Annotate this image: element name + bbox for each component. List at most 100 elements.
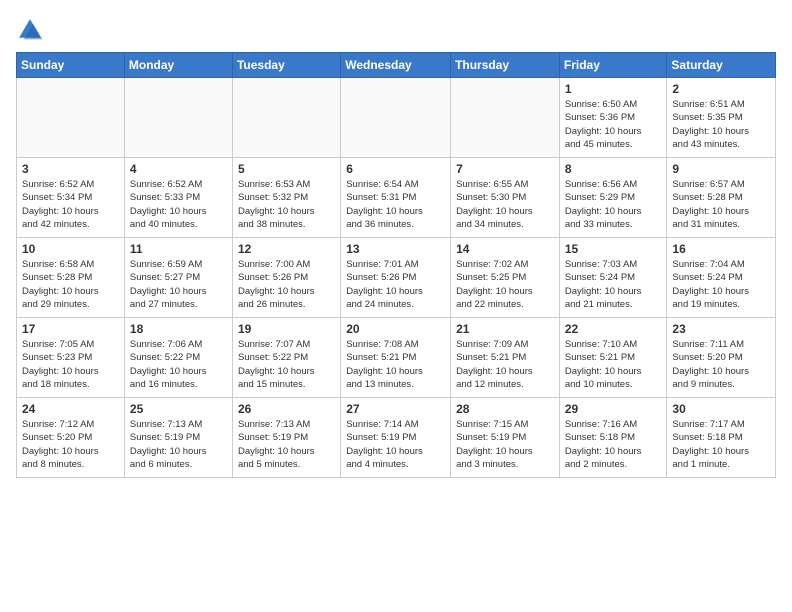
day-info: Sunrise: 7:02 AM Sunset: 5:25 PM Dayligh…	[456, 258, 554, 311]
calendar-cell: 16 Sunrise: 7:04 AM Sunset: 5:24 PM Dayli…	[667, 238, 776, 318]
calendar-cell: 17 Sunrise: 7:05 AM Sunset: 5:23 PM Dayli…	[17, 318, 125, 398]
day-info: Sunrise: 7:01 AM Sunset: 5:26 PM Dayligh…	[346, 258, 445, 311]
day-info: Sunrise: 6:50 AM Sunset: 5:36 PM Dayligh…	[565, 98, 662, 151]
weekday-header: Wednesday	[341, 53, 451, 78]
day-info: Sunrise: 7:06 AM Sunset: 5:22 PM Dayligh…	[130, 338, 227, 391]
day-number: 10	[22, 242, 119, 256]
calendar-cell: 1 Sunrise: 6:50 AM Sunset: 5:36 PM Daylig…	[559, 78, 667, 158]
day-info: Sunrise: 6:53 AM Sunset: 5:32 PM Dayligh…	[238, 178, 335, 231]
day-number: 6	[346, 162, 445, 176]
day-number: 22	[565, 322, 662, 336]
day-info: Sunrise: 7:15 AM Sunset: 5:19 PM Dayligh…	[456, 418, 554, 471]
calendar-cell	[341, 78, 451, 158]
calendar-week-row: 24 Sunrise: 7:12 AM Sunset: 5:20 PM Dayli…	[17, 398, 776, 478]
calendar-cell: 11 Sunrise: 6:59 AM Sunset: 5:27 PM Dayli…	[124, 238, 232, 318]
calendar-cell	[124, 78, 232, 158]
calendar-cell: 18 Sunrise: 7:06 AM Sunset: 5:22 PM Dayli…	[124, 318, 232, 398]
day-number: 1	[565, 82, 662, 96]
calendar-cell: 13 Sunrise: 7:01 AM Sunset: 5:26 PM Dayli…	[341, 238, 451, 318]
day-info: Sunrise: 7:13 AM Sunset: 5:19 PM Dayligh…	[130, 418, 227, 471]
day-info: Sunrise: 6:56 AM Sunset: 5:29 PM Dayligh…	[565, 178, 662, 231]
day-number: 3	[22, 162, 119, 176]
day-number: 13	[346, 242, 445, 256]
day-info: Sunrise: 7:05 AM Sunset: 5:23 PM Dayligh…	[22, 338, 119, 391]
calendar-week-row: 1 Sunrise: 6:50 AM Sunset: 5:36 PM Daylig…	[17, 78, 776, 158]
logo	[16, 16, 48, 44]
calendar-cell: 5 Sunrise: 6:53 AM Sunset: 5:32 PM Daylig…	[232, 158, 340, 238]
calendar-cell: 28Sunrise: 7:15 AM Sunset: 5:19 PM Dayli…	[451, 398, 560, 478]
calendar-cell: 21 Sunrise: 7:09 AM Sunset: 5:21 PM Dayli…	[451, 318, 560, 398]
day-info: Sunrise: 6:54 AM Sunset: 5:31 PM Dayligh…	[346, 178, 445, 231]
weekday-header: Sunday	[17, 53, 125, 78]
day-info: Sunrise: 7:07 AM Sunset: 5:22 PM Dayligh…	[238, 338, 335, 391]
calendar-cell: 30 Sunrise: 7:17 AM Sunset: 5:18 PM Dayli…	[667, 398, 776, 478]
page-header	[16, 16, 776, 44]
day-info: Sunrise: 7:17 AM Sunset: 5:18 PM Dayligh…	[672, 418, 770, 471]
calendar-cell: 14 Sunrise: 7:02 AM Sunset: 5:25 PM Dayli…	[451, 238, 560, 318]
calendar-cell: 4 Sunrise: 6:52 AM Sunset: 5:33 PM Daylig…	[124, 158, 232, 238]
day-number: 17	[22, 322, 119, 336]
day-info: Sunrise: 6:52 AM Sunset: 5:33 PM Dayligh…	[130, 178, 227, 231]
day-number: 27	[346, 402, 445, 416]
day-number: 30	[672, 402, 770, 416]
calendar-cell: 8 Sunrise: 6:56 AM Sunset: 5:29 PM Daylig…	[559, 158, 667, 238]
calendar-cell: 25 Sunrise: 7:13 AM Sunset: 5:19 PM Dayli…	[124, 398, 232, 478]
calendar-cell: 2 Sunrise: 6:51 AM Sunset: 5:35 PM Daylig…	[667, 78, 776, 158]
calendar-cell: 24 Sunrise: 7:12 AM Sunset: 5:20 PM Dayli…	[17, 398, 125, 478]
day-info: Sunrise: 7:04 AM Sunset: 5:24 PM Dayligh…	[672, 258, 770, 311]
day-info: Sunrise: 7:08 AM Sunset: 5:21 PM Dayligh…	[346, 338, 445, 391]
calendar-cell: 10 Sunrise: 6:58 AM Sunset: 5:28 PM Dayli…	[17, 238, 125, 318]
day-number: 14	[456, 242, 554, 256]
day-number: 9	[672, 162, 770, 176]
calendar-cell	[451, 78, 560, 158]
day-number: 23	[672, 322, 770, 336]
calendar-cell: 9 Sunrise: 6:57 AM Sunset: 5:28 PM Daylig…	[667, 158, 776, 238]
day-number: 18	[130, 322, 227, 336]
day-number: 16	[672, 242, 770, 256]
day-number: 8	[565, 162, 662, 176]
calendar-week-row: 10 Sunrise: 6:58 AM Sunset: 5:28 PM Dayli…	[17, 238, 776, 318]
weekday-header: Thursday	[451, 53, 560, 78]
calendar-cell: 22 Sunrise: 7:10 AM Sunset: 5:21 PM Dayli…	[559, 318, 667, 398]
day-info: Sunrise: 6:51 AM Sunset: 5:35 PM Dayligh…	[672, 98, 770, 151]
weekday-header: Saturday	[667, 53, 776, 78]
weekday-header: Tuesday	[232, 53, 340, 78]
calendar-cell: 6 Sunrise: 6:54 AM Sunset: 5:31 PM Daylig…	[341, 158, 451, 238]
day-info: Sunrise: 7:12 AM Sunset: 5:20 PM Dayligh…	[22, 418, 119, 471]
calendar-week-row: 3Sunrise: 6:52 AM Sunset: 5:34 PM Daylig…	[17, 158, 776, 238]
day-info: Sunrise: 7:13 AM Sunset: 5:19 PM Dayligh…	[238, 418, 335, 471]
calendar-cell	[17, 78, 125, 158]
day-number: 24	[22, 402, 119, 416]
day-info: Sunrise: 7:03 AM Sunset: 5:24 PM Dayligh…	[565, 258, 662, 311]
day-number: 5	[238, 162, 335, 176]
day-info: Sunrise: 7:00 AM Sunset: 5:26 PM Dayligh…	[238, 258, 335, 311]
day-number: 19	[238, 322, 335, 336]
day-info: Sunrise: 6:57 AM Sunset: 5:28 PM Dayligh…	[672, 178, 770, 231]
calendar-cell: 20Sunrise: 7:08 AM Sunset: 5:21 PM Dayli…	[341, 318, 451, 398]
calendar-cell: 26Sunrise: 7:13 AM Sunset: 5:19 PM Dayli…	[232, 398, 340, 478]
weekday-header: Friday	[559, 53, 667, 78]
day-info: Sunrise: 7:14 AM Sunset: 5:19 PM Dayligh…	[346, 418, 445, 471]
day-number: 21	[456, 322, 554, 336]
day-number: 7	[456, 162, 554, 176]
day-number: 15	[565, 242, 662, 256]
day-info: Sunrise: 7:16 AM Sunset: 5:18 PM Dayligh…	[565, 418, 662, 471]
calendar-cell: 3Sunrise: 6:52 AM Sunset: 5:34 PM Daylig…	[17, 158, 125, 238]
day-number: 25	[130, 402, 227, 416]
day-number: 11	[130, 242, 227, 256]
day-number: 29	[565, 402, 662, 416]
calendar-week-row: 17 Sunrise: 7:05 AM Sunset: 5:23 PM Dayli…	[17, 318, 776, 398]
calendar-cell: 7Sunrise: 6:55 AM Sunset: 5:30 PM Daylig…	[451, 158, 560, 238]
calendar-cell: 23Sunrise: 7:11 AM Sunset: 5:20 PM Dayli…	[667, 318, 776, 398]
day-info: Sunrise: 6:58 AM Sunset: 5:28 PM Dayligh…	[22, 258, 119, 311]
day-info: Sunrise: 7:10 AM Sunset: 5:21 PM Dayligh…	[565, 338, 662, 391]
day-number: 4	[130, 162, 227, 176]
day-number: 2	[672, 82, 770, 96]
calendar-cell: 15 Sunrise: 7:03 AM Sunset: 5:24 PM Dayli…	[559, 238, 667, 318]
day-number: 12	[238, 242, 335, 256]
day-info: Sunrise: 6:59 AM Sunset: 5:27 PM Dayligh…	[130, 258, 227, 311]
calendar-cell: 19 Sunrise: 7:07 AM Sunset: 5:22 PM Dayli…	[232, 318, 340, 398]
calendar-cell: 12 Sunrise: 7:00 AM Sunset: 5:26 PM Dayli…	[232, 238, 340, 318]
calendar-table: SundayMondayTuesdayWednesdayThursdayFrid…	[16, 52, 776, 478]
day-info: Sunrise: 7:09 AM Sunset: 5:21 PM Dayligh…	[456, 338, 554, 391]
